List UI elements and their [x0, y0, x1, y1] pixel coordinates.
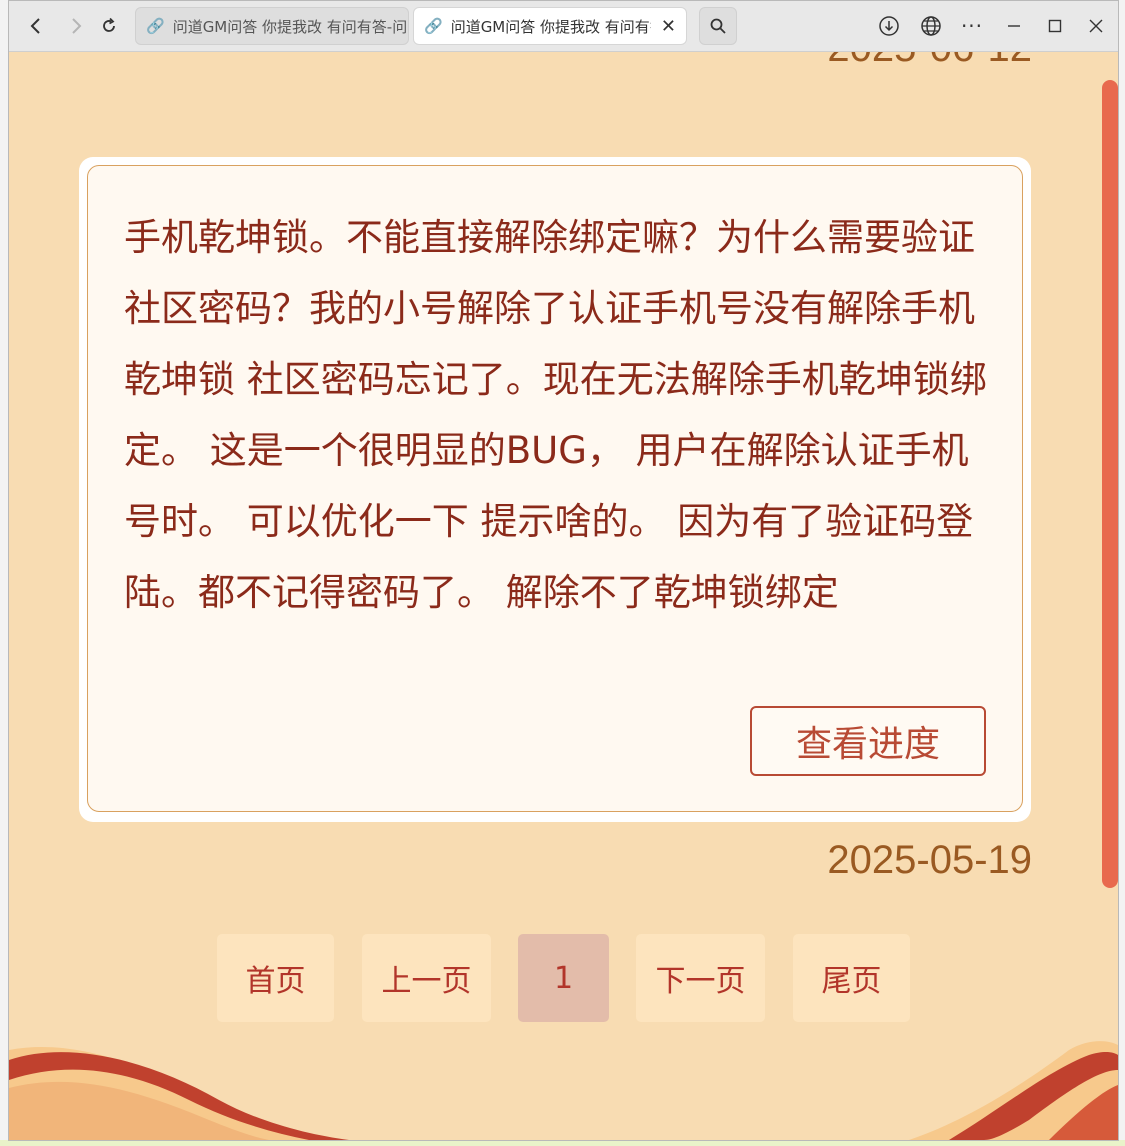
link-icon: 🔗 — [424, 17, 443, 35]
reload-icon — [103, 17, 115, 32]
question-text: 手机乾坤锁。不能直接解除绑定嘛？为什么需要验证社区密码？我的小号解除了认证手机号… — [124, 216, 987, 614]
search-icon — [710, 18, 726, 34]
previous-page-button[interactable]: 上一页 — [362, 934, 491, 1022]
popup-browser-window: 🔗 问道GM问答 你提我改 有问有答-问 🔗 问道GM问答 你提我改 有问有答 … — [8, 0, 1119, 1141]
forward-button[interactable] — [61, 11, 91, 41]
previous-item-date: 2025-06-12 — [827, 52, 1032, 71]
tab-active[interactable]: 🔗 问道GM问答 你提我改 有问有答 ✕ — [413, 7, 687, 45]
globe-icon — [921, 16, 941, 36]
current-page-button[interactable]: 1 — [518, 934, 609, 1022]
more-button[interactable]: ··· — [959, 13, 985, 39]
reload-button[interactable] — [94, 11, 124, 41]
more-icon: ··· — [960, 14, 984, 38]
minimize-button[interactable] — [1001, 13, 1027, 39]
first-page-button[interactable]: 首页 — [217, 934, 334, 1022]
minimize-icon — [1008, 25, 1020, 27]
question-card-inner: 手机乾坤锁。不能直接解除绑定嘛？为什么需要验证社区密码？我的小号解除了认证手机号… — [87, 165, 1023, 812]
title-bar: 🔗 问道GM问答 你提我改 有问有答-问 🔗 问道GM问答 你提我改 有问有答 … — [9, 1, 1118, 52]
tab-title: 问道GM问答 你提我改 有问有答-问 — [172, 17, 408, 36]
question-card: 手机乾坤锁。不能直接解除绑定嘛？为什么需要验证社区密码？我的小号解除了认证手机号… — [79, 157, 1031, 822]
tab-inactive[interactable]: 🔗 问道GM问答 你提我改 有问有答-问 — [135, 7, 409, 45]
forward-arrow-icon — [72, 18, 82, 34]
vertical-scrollbar[interactable] — [1102, 80, 1118, 888]
back-arrow-icon — [30, 18, 40, 34]
last-page-button[interactable]: 尾页 — [793, 934, 910, 1022]
pagination: 首页 上一页 1 下一页 尾页 — [9, 934, 1118, 1024]
maximize-icon — [1048, 19, 1062, 33]
close-icon — [1089, 19, 1103, 33]
tab-title: 问道GM问答 你提我改 有问有答 — [450, 17, 651, 36]
search-tab-button[interactable] — [699, 7, 737, 45]
close-window-button[interactable] — [1083, 13, 1109, 39]
back-button[interactable] — [21, 11, 51, 41]
tab-close-icon[interactable]: ✕ — [655, 16, 676, 37]
download-icon — [879, 16, 899, 36]
next-page-button[interactable]: 下一页 — [636, 934, 765, 1022]
maximize-button[interactable] — [1042, 13, 1068, 39]
view-progress-button[interactable]: 查看进度 — [750, 706, 986, 776]
decorative-ribbon-waves — [9, 1041, 1118, 1140]
download-button[interactable] — [876, 13, 902, 39]
globe-button[interactable] — [918, 13, 944, 39]
page-content: 2025-06-12 手机乾坤锁。不能直接解除绑定嘛？为什么需要验证社区密码？我… — [9, 52, 1118, 1140]
link-icon: 🔗 — [146, 17, 165, 35]
question-date: 2025-05-19 — [827, 838, 1032, 882]
